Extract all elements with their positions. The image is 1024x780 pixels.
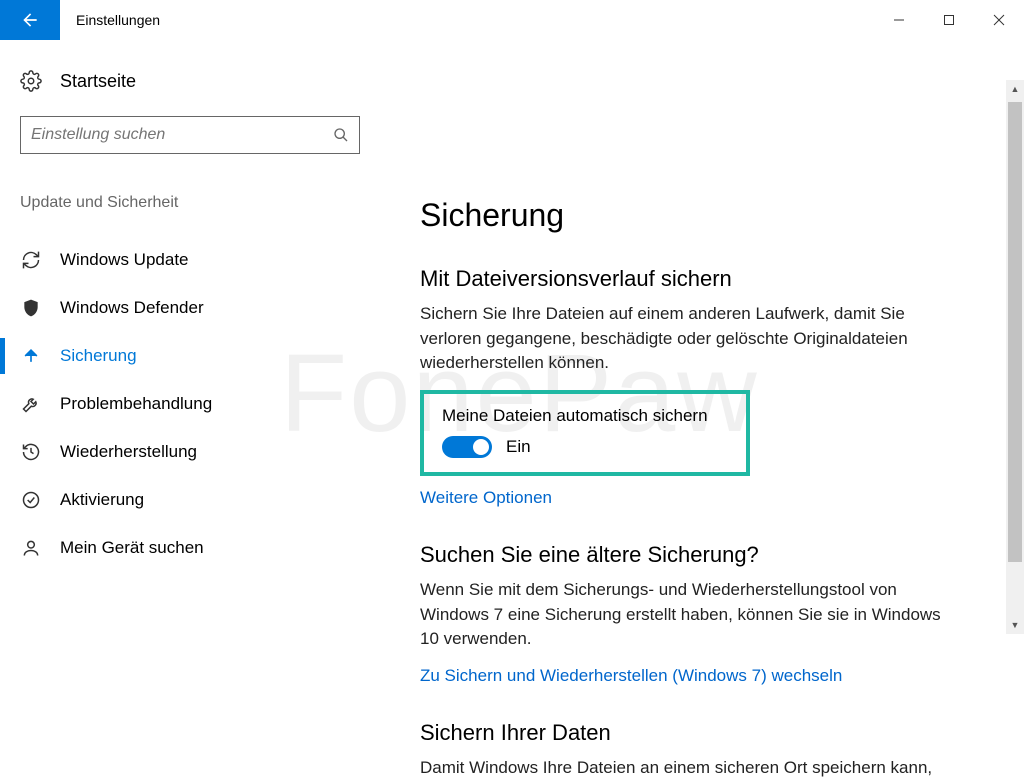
section-desc: Wenn Sie mit dem Sicherungs- und Wiederh…: [420, 578, 960, 652]
sidebar: Startseite Update und Sicherheit Windows…: [0, 40, 360, 634]
home-label: Startseite: [60, 71, 136, 92]
close-button[interactable]: [974, 0, 1024, 40]
scroll-down[interactable]: ▼: [1006, 616, 1024, 634]
more-options-link[interactable]: Weitere Optionen: [420, 488, 552, 508]
nav-label: Sicherung: [60, 346, 137, 366]
nav-item-sicherung[interactable]: Sicherung: [0, 332, 340, 380]
section-title: Mit Dateiversionsverlauf sichern: [420, 266, 994, 292]
home-link[interactable]: Startseite: [20, 70, 340, 92]
window-controls: [874, 0, 1024, 40]
title-bar: Einstellungen: [0, 0, 1024, 40]
category-heading: Update und Sicherheit: [20, 194, 340, 212]
arrow-left-icon: [20, 10, 40, 30]
nav-item-aktivierung[interactable]: Aktivierung: [0, 476, 340, 524]
history-icon: [20, 441, 42, 463]
nav-label: Mein Gerät suchen: [60, 538, 204, 558]
win7-backup-link[interactable]: Zu Sichern und Wiederherstellen (Windows…: [420, 666, 842, 686]
check-circle-icon: [20, 489, 42, 511]
search-icon: [323, 127, 359, 143]
auto-backup-toggle[interactable]: [442, 436, 492, 458]
nav-list: Windows Update Windows Defender Sicherun…: [0, 236, 340, 572]
nav-label: Aktivierung: [60, 490, 144, 510]
scroll-thumb[interactable]: [1008, 102, 1022, 562]
wrench-icon: [20, 393, 42, 415]
nav-item-mein-geraet-suchen[interactable]: Mein Gerät suchen: [0, 524, 340, 572]
nav-item-wiederherstellung[interactable]: Wiederherstellung: [0, 428, 340, 476]
toggle-state: Ein: [506, 437, 531, 457]
back-button[interactable]: [0, 0, 60, 40]
backup-arrow-icon: [20, 345, 42, 367]
nav-item-problembehandlung[interactable]: Problembehandlung: [0, 380, 340, 428]
shield-icon: [20, 297, 42, 319]
nav-label: Windows Defender: [60, 298, 204, 318]
nav-label: Wiederherstellung: [60, 442, 197, 462]
scrollbar[interactable]: ▲ ▼: [1006, 80, 1024, 634]
section-desc: Sichern Sie Ihre Dateien auf einem ander…: [420, 302, 960, 376]
section-desc: Damit Windows Ihre Dateien an einem sich…: [420, 756, 960, 780]
nav-label: Windows Update: [60, 250, 189, 270]
scroll-up[interactable]: ▲: [1006, 80, 1024, 98]
maximize-button[interactable]: [924, 0, 974, 40]
gear-icon: [20, 70, 42, 92]
nav-label: Problembehandlung: [60, 394, 212, 414]
page-title: Sicherung: [420, 197, 994, 234]
window-title: Einstellungen: [76, 12, 160, 28]
toggle-label: Meine Dateien automatisch sichern: [442, 406, 728, 426]
nav-item-windows-update[interactable]: Windows Update: [0, 236, 340, 284]
nav-item-windows-defender[interactable]: Windows Defender: [0, 284, 340, 332]
main-content: FonePaw Sicherung Mit Dateiversionsverla…: [360, 40, 1024, 634]
minimize-button[interactable]: [874, 0, 924, 40]
section-title: Sichern Ihrer Daten: [420, 720, 994, 746]
find-device-icon: [20, 537, 42, 559]
sync-icon: [20, 249, 42, 271]
highlight-box: Meine Dateien automatisch sichern Ein: [420, 390, 750, 476]
search-box[interactable]: [20, 116, 360, 154]
search-input[interactable]: [21, 126, 323, 144]
section-title: Suchen Sie eine ältere Sicherung?: [420, 542, 994, 568]
